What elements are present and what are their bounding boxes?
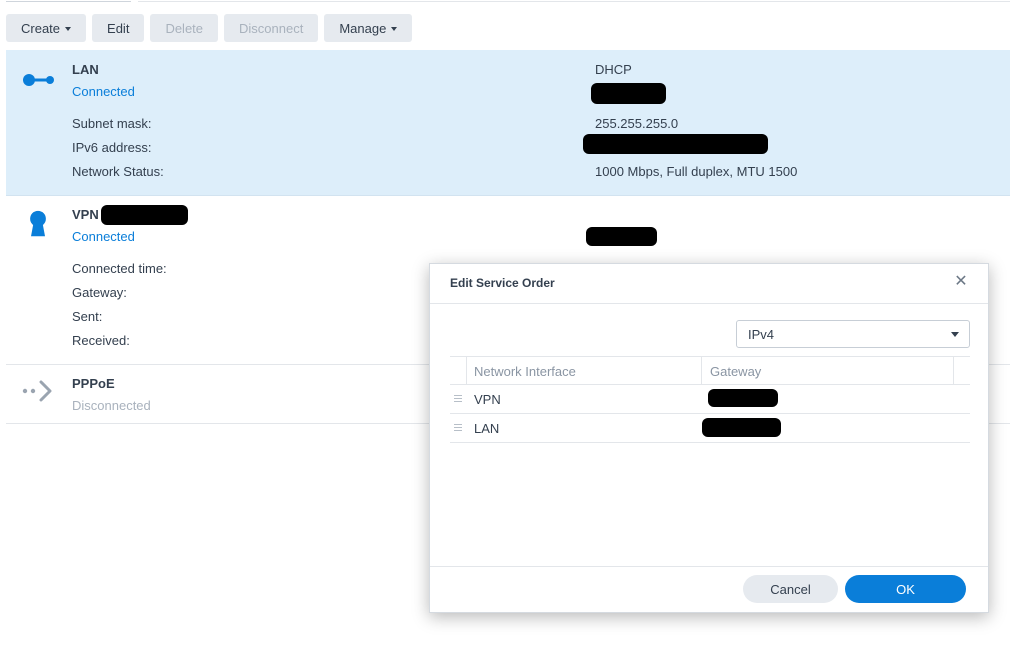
network-status-label: Network Status: (72, 164, 164, 179)
drag-handle-icon[interactable] (454, 395, 462, 402)
disconnect-button[interactable]: Disconnect (224, 14, 319, 42)
interface-status: Disconnected (72, 398, 151, 413)
dialog-title: Edit Service Order (450, 276, 555, 290)
column-header-interface[interactable]: Network Interface (474, 357, 576, 385)
table-row[interactable]: VPN (450, 385, 970, 414)
row-interface-name: VPN (474, 392, 501, 407)
redacted-ip (591, 83, 666, 104)
redacted-ipv6 (583, 134, 768, 154)
protocol-select-value: IPv4 (748, 326, 775, 342)
keyhole-icon (30, 210, 46, 237)
interface-name: PPPoE (72, 376, 115, 391)
column-divider (466, 357, 467, 385)
received-label: Received: (72, 333, 130, 348)
manage-button[interactable]: Manage (324, 14, 413, 42)
chevron-down-icon (391, 26, 398, 31)
connection-mode: DHCP (595, 62, 632, 77)
interface-status: Connected (72, 84, 135, 99)
drag-handle-icon[interactable] (454, 424, 462, 431)
create-button[interactable]: Create (6, 14, 87, 42)
interface-lan[interactable]: LAN Connected DHCP Subnet mask: 255.255.… (6, 50, 1010, 196)
protocol-select[interactable]: IPv4 (736, 320, 970, 348)
grid-header: Network Interface Gateway (450, 356, 970, 385)
gateway-label: Gateway: (72, 285, 127, 300)
redacted-ip (586, 227, 657, 246)
ipv6-label: IPv6 address: (72, 140, 152, 155)
chevron-down-icon (65, 26, 72, 31)
service-order-grid: Network Interface Gateway VPN LAN (450, 356, 970, 443)
column-divider (701, 357, 702, 385)
edit-button[interactable]: Edit (92, 14, 145, 42)
close-icon[interactable]: ✕ (954, 274, 968, 290)
network-status-value: 1000 Mbps, Full duplex, MTU 1500 (595, 164, 798, 179)
sent-label: Sent: (72, 309, 103, 324)
dialog-footer-divider (430, 566, 988, 567)
interface-name: VPN (72, 207, 99, 222)
subnet-value: 255.255.255.0 (595, 116, 679, 131)
table-row[interactable]: LAN (450, 414, 970, 443)
row-interface-name: LAN (474, 421, 500, 436)
pppoe-arrow-icon (22, 380, 52, 402)
create-label: Create (21, 20, 61, 36)
cancel-button[interactable]: Cancel (743, 575, 838, 603)
interface-status: Connected (72, 229, 135, 244)
redacted-vpn-name (101, 205, 188, 225)
toolbar: Create Edit Delete Disconnect Manage (6, 14, 413, 42)
interface-name: LAN (72, 62, 99, 77)
lan-cable-icon (23, 74, 54, 86)
column-divider (953, 357, 954, 385)
edit-service-order-dialog: Edit Service Order ✕ IPv4 Network Interf… (429, 263, 989, 613)
column-header-gateway[interactable]: Gateway (710, 357, 761, 385)
dialog-header-divider (430, 303, 988, 304)
chevron-down-icon (951, 332, 959, 337)
redacted-gateway (702, 418, 781, 437)
redacted-gateway (708, 389, 778, 407)
connected-time-label: Connected time: (72, 261, 167, 276)
manage-label: Manage (339, 20, 387, 36)
ok-button[interactable]: OK (845, 575, 966, 603)
subnet-label: Subnet mask: (72, 116, 152, 131)
tab-edge (6, 0, 131, 2)
top-divider (138, 0, 1010, 2)
delete-button[interactable]: Delete (150, 14, 219, 42)
